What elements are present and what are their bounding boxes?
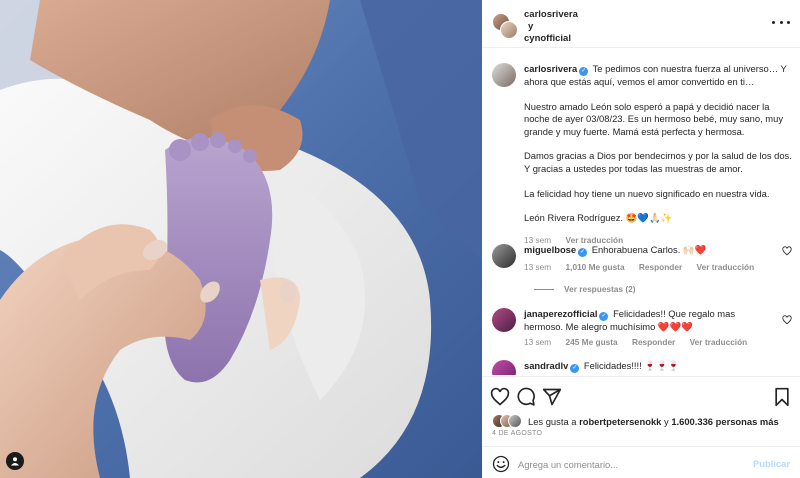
bookmark-icon[interactable]	[772, 387, 792, 407]
comment-body: Felicidades!!!! 🍷🍷🍷	[583, 360, 680, 371]
avatar	[508, 414, 522, 428]
liker-username[interactable]: robertpetersenokk	[579, 416, 661, 427]
post-date[interactable]: 4 DE AGOSTO	[492, 430, 542, 437]
comment-text: sandradlv ✓ Felicidades!!!! 🍷🍷🍷	[524, 360, 776, 373]
comment-meta: 13 sem 245 Me gusta Responder Ver traduc…	[524, 337, 759, 347]
post-photo[interactable]	[0, 0, 482, 478]
comment-body: Enhorabuena Carlos. 🙌🏻❤️	[591, 244, 707, 255]
authors-separator: y	[528, 21, 534, 32]
comment-text: miguelbose ✓ Enhorabuena Carlos. 🙌🏻❤️	[524, 244, 776, 257]
comment-username[interactable]: miguelbose	[524, 244, 576, 255]
action-bar	[482, 376, 800, 416]
post-authors: carlosrivera y cynofficial	[524, 9, 578, 45]
translate-link[interactable]: Ver traducción	[697, 262, 755, 272]
timestamp[interactable]: 13 sem	[524, 337, 551, 347]
heart-icon[interactable]	[490, 387, 510, 407]
likes-summary: Les gusta a robertpetersenokk y 1.600.33…	[492, 414, 792, 430]
likes-text: Les gusta a robertpetersenokk y 1.600.33…	[528, 416, 779, 427]
timestamp[interactable]: 13 sem	[524, 262, 551, 272]
liker-avatars	[492, 414, 524, 428]
comment-input[interactable]	[518, 455, 738, 473]
comment-icon[interactable]	[516, 387, 536, 407]
share-icon[interactable]	[542, 387, 562, 407]
comment-username[interactable]: sandradlv	[524, 360, 568, 371]
author-link[interactable]: cynofficial	[524, 33, 578, 45]
heart-icon[interactable]	[782, 315, 792, 325]
reply-button[interactable]: Responder	[639, 262, 682, 272]
caption-line: León Rivera Rodríguez. 🤩💙🙏🏻✨	[524, 212, 673, 224]
user-tag-icon	[11, 457, 19, 466]
likes-count[interactable]: 1.600.336 personas más	[671, 416, 778, 427]
avatar[interactable]	[492, 360, 516, 375]
likes-count[interactable]: 245 Me gusta	[566, 337, 618, 347]
verified-icon: ✓	[579, 67, 589, 76]
verified-icon: ✓	[570, 364, 580, 373]
verified-icon: ✓	[599, 312, 609, 321]
avatar[interactable]	[492, 308, 516, 332]
caption-line: Damos gracias a Dios por bendecirnos y p…	[524, 150, 792, 174]
publish-button[interactable]: Publicar	[753, 458, 790, 469]
view-replies-label: Ver respuestas (2)	[564, 284, 636, 294]
post-side-panel: carlosrivera y cynofficial carlosrivera ✓…	[482, 0, 800, 478]
avatar	[500, 21, 518, 39]
comment-meta: 13 sem 1,010 Me gusta Responder Ver trad…	[524, 262, 766, 272]
post-header: carlosrivera y cynofficial	[482, 0, 800, 48]
verified-icon: ✓	[578, 248, 588, 257]
view-replies-button[interactable]: Ver respuestas (2)	[534, 284, 635, 294]
likes-count[interactable]: 1,010 Me gusta	[566, 262, 625, 272]
comments-list[interactable]: carlosrivera ✓ Te pedimos con nuestra fue…	[482, 49, 800, 375]
collab-avatars[interactable]	[492, 13, 518, 39]
heart-icon[interactable]	[782, 246, 792, 256]
author-link[interactable]: carlosrivera	[524, 9, 578, 21]
emoji-icon[interactable]	[492, 455, 510, 473]
caption-text: carlosrivera ✓ Te pedimos con nuestra fue…	[524, 63, 792, 225]
avatar[interactable]	[492, 244, 516, 268]
more-icon	[772, 20, 775, 24]
add-comment-bar: Publicar	[482, 446, 800, 478]
caption-username[interactable]: carlosrivera	[524, 63, 577, 74]
newborn-foot-photo	[0, 0, 482, 478]
comment-text: janaperezofficial ✓ Felicidades!! Que reg…	[524, 308, 776, 334]
caption-line: Nuestro amado León solo esperó a papá y …	[524, 100, 784, 137]
reply-button[interactable]: Responder	[632, 337, 675, 347]
caption-line: La felicidad hoy tiene un nuevo signific…	[524, 187, 770, 199]
user-tags-button[interactable]	[6, 452, 24, 470]
replies-divider	[534, 288, 554, 290]
more-options-button[interactable]	[772, 16, 790, 28]
translate-link[interactable]: Ver traducción	[690, 337, 748, 347]
avatar[interactable]	[492, 63, 516, 87]
comment-username[interactable]: janaperezofficial	[524, 308, 597, 319]
